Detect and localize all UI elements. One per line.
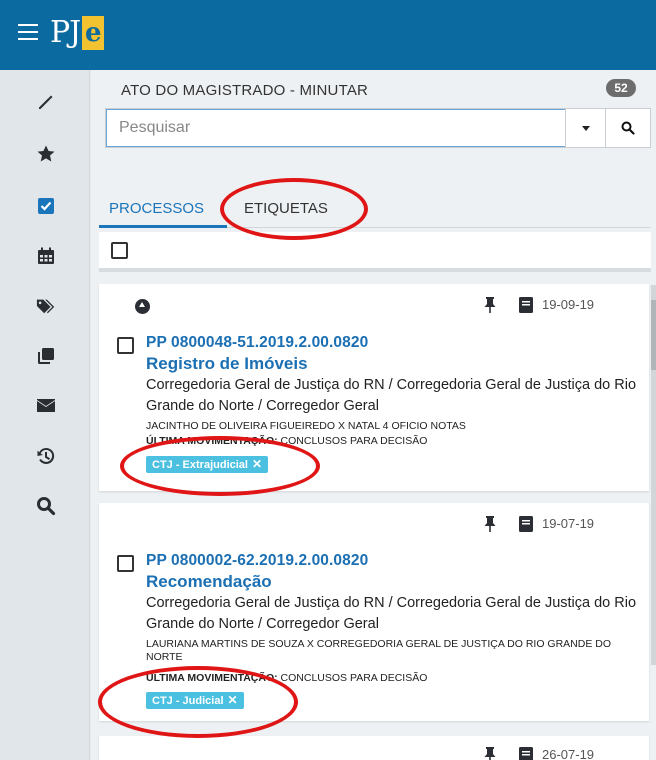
remove-tag-icon[interactable]: ✕ [252,457,262,471]
process-card[interactable]: 19-09-19 PP 0800048-51.2019.2.00.0820 Re… [99,284,649,491]
caret-down-icon [581,125,590,131]
envelope-icon[interactable] [36,396,56,416]
menu-icon[interactable] [18,24,38,40]
process-number-link[interactable]: PP 0800002-62.2019.2.00.0820 [146,552,368,570]
remove-tag-icon[interactable]: ✕ [228,693,238,707]
search-icon[interactable] [36,496,56,516]
tag-label: CTJ - Judicial [152,695,224,707]
process-parties: LAURIANA MARTINS DE SOUZA X CORREGEDORIA… [146,638,612,663]
process-class: Registro de Imóveis [146,354,308,373]
search-input[interactable] [106,109,565,147]
process-card[interactable]: 19-07-19 PP 0800002-62.2019.2.00.0820 Re… [99,503,649,721]
checkbox-icon[interactable] [36,196,56,216]
tag-label: CTJ - Extrajudicial [152,459,248,471]
search-bar [105,108,651,148]
process-parties: JACINTHO DE OLIVEIRA FIGUEIREDO X NATAL … [146,420,466,432]
process-date: 26-07-19 [542,747,595,760]
arrow-up-circle-icon[interactable] [135,299,150,314]
process-tag[interactable]: CTJ - Judicial ✕ [146,692,244,709]
process-organ: Corregedoria Geral de Justiça do RN / Co… [146,595,637,632]
logo-letter: e [82,16,105,50]
pin-icon[interactable] [483,296,497,314]
process-checkbox[interactable] [117,555,134,572]
process-card[interactable]: 26-07-19 [99,736,649,760]
sidebar [0,70,90,760]
last-movement: ÚLTIMA MOVIMENTAÇÃO: CONCLUSOS PARA DECI… [146,672,427,684]
process-checkbox[interactable] [117,337,134,354]
search-button[interactable] [605,109,650,147]
book-icon[interactable] [519,516,533,532]
search-icon [621,121,635,135]
tags-icon[interactable] [36,296,56,316]
book-icon[interactable] [519,297,533,313]
last-movement-value: CONCLUSOS PARA DECISÃO [280,435,428,447]
tab-etiquetas[interactable]: ETIQUETAS [244,200,328,217]
copy-icon[interactable] [36,346,56,366]
pin-icon[interactable] [483,515,497,533]
process-organ: Corregedoria Geral de Justiça do RN / Co… [146,377,637,414]
active-tab-indicator [99,225,227,228]
tabs: PROCESSOS ETIQUETAS [99,198,651,228]
pin-icon[interactable] [483,746,497,760]
pje-app: { "app": { "logo_text": "PJ", "logo_lett… [0,0,656,760]
process-date: 19-07-19 [542,516,595,531]
last-movement: ÚLTIMA MOVIMENTAÇÃO: CONCLUSOS PARA DECI… [146,435,427,447]
select-all-row [99,232,651,272]
star-icon[interactable] [36,144,56,164]
pje-logo[interactable]: PJ e [50,15,105,50]
process-date: 19-09-19 [542,297,595,312]
calendar-icon[interactable] [36,246,56,266]
last-movement-label: ÚLTIMA MOVIMENTAÇÃO: [146,435,278,447]
process-class: Recomendação [146,572,272,591]
main-panel: ATO DO MAGISTRADO - MINUTAR 52 PROCESSOS… [91,70,656,760]
process-number-link[interactable]: PP 0800048-51.2019.2.00.0820 [146,334,368,352]
tab-processos[interactable]: PROCESSOS [109,200,204,217]
last-movement-label: ÚLTIMA MOVIMENTAÇÃO: [146,672,278,684]
history-icon[interactable] [36,446,56,466]
top-bar: PJ e [0,0,656,70]
pencil-icon[interactable] [36,92,56,112]
last-movement-value: CONCLUSOS PARA DECISÃO [280,672,428,684]
count-badge: 52 [606,79,636,97]
search-dropdown-button[interactable] [565,109,605,147]
page-title: ATO DO MAGISTRADO - MINUTAR [121,82,369,99]
scrollbar-thumb[interactable] [651,300,656,370]
book-icon[interactable] [519,747,533,760]
logo-text: PJ [50,15,81,50]
process-tag[interactable]: CTJ - Extrajudicial ✕ [146,456,269,473]
select-all-checkbox[interactable] [111,242,128,259]
